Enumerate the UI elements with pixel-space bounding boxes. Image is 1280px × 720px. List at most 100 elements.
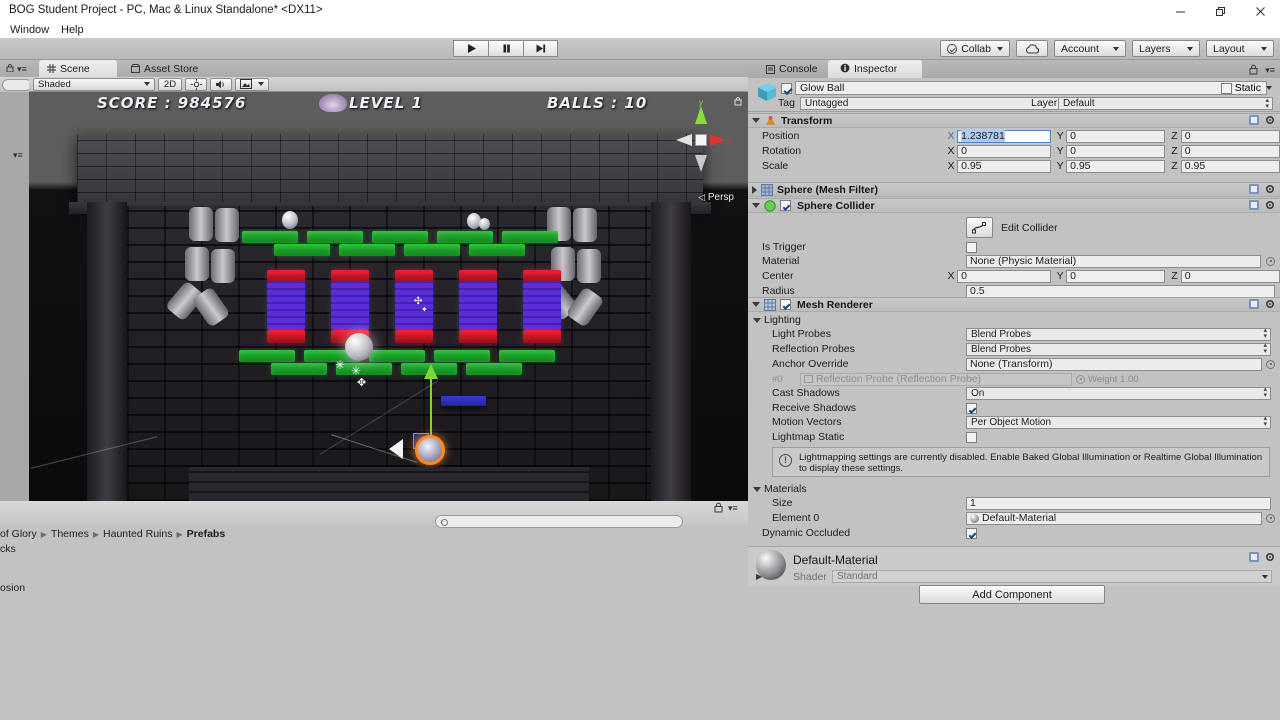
tab-scene[interactable]: Scene — [39, 60, 117, 77]
collider-material-field[interactable]: None (Physic Material) — [966, 254, 1261, 268]
lock-icon[interactable] — [6, 63, 14, 73]
breadcrumb-item-2[interactable]: Haunted Ruins — [103, 528, 172, 540]
breadcrumb-item-3[interactable]: Prefabs — [187, 528, 226, 540]
toggle-2d[interactable]: 2D — [158, 77, 182, 91]
inspector-menu-icon[interactable]: ▾≡ — [1265, 65, 1275, 76]
rotation-z-input[interactable]: 0 — [1180, 144, 1280, 158]
chevron-right-icon[interactable] — [752, 185, 757, 194]
scale-x-input[interactable]: 0.95 — [957, 159, 1051, 173]
scene-fx-toggle[interactable] — [235, 77, 269, 91]
motion-vectors-dropdown[interactable]: Per Object Motion ▴ ▾ — [966, 415, 1271, 429]
layers-button[interactable]: Layers — [1132, 40, 1200, 57]
project-tree-item[interactable]: cks — [0, 543, 16, 555]
position-y-input[interactable]: 0 — [1066, 129, 1166, 143]
layer-dropdown[interactable]: Default ▴ ▾ — [1058, 97, 1273, 110]
gear-icon[interactable] — [1264, 183, 1276, 195]
help-book-icon[interactable] — [1248, 183, 1260, 195]
restore-icon[interactable] — [1200, 0, 1240, 22]
is-trigger-checkbox[interactable] — [966, 241, 977, 253]
project-lock-icon[interactable] — [714, 502, 724, 513]
hierarchy-overflow-icon[interactable]: ▾≡ — [13, 150, 23, 161]
gizmo-arrow-y[interactable] — [424, 364, 438, 379]
object-enabled-checkbox[interactable] — [781, 83, 792, 94]
rotation-x-input[interactable]: 0 — [957, 144, 1051, 158]
component-sphere-collider-header[interactable]: Sphere Collider — [748, 198, 1280, 213]
scale-z-input[interactable]: 0.95 — [1180, 159, 1280, 173]
chevron-down-icon[interactable] — [752, 302, 760, 307]
gear-icon[interactable] — [1264, 114, 1276, 126]
cloud-button[interactable] — [1016, 40, 1048, 57]
shader-dropdown[interactable]: Standard — [832, 570, 1272, 583]
chevron-down-icon[interactable] — [753, 486, 761, 492]
tab-console[interactable]: Console — [754, 60, 830, 78]
help-book-icon[interactable] — [1248, 199, 1260, 211]
tab-asset-store[interactable]: Asset Store — [123, 60, 208, 77]
object-name-input[interactable]: Glow Ball — [795, 81, 1267, 95]
collider-center-y-input[interactable]: 0 — [1066, 269, 1166, 283]
object-picker-icon[interactable] — [1266, 256, 1275, 266]
scene-view-axis-gizmo[interactable]: y x — [670, 100, 732, 186]
help-book-icon[interactable] — [1248, 114, 1260, 126]
project-tree-item[interactable]: osion — [0, 582, 25, 594]
add-component-button[interactable]: Add Component — [919, 585, 1105, 604]
lightmap-static-checkbox[interactable] — [966, 431, 977, 443]
position-x-input[interactable]: 1.238781 — [957, 129, 1051, 143]
dynamic-occluded-checkbox[interactable] — [966, 527, 977, 539]
pause-icon[interactable] — [488, 40, 523, 57]
breadcrumb-item-0[interactable]: of Glory — [0, 528, 37, 540]
tab-inspector[interactable]: Inspector — [828, 60, 922, 78]
reflection-probes-dropdown[interactable]: Blend Probes ▴ ▾ — [966, 342, 1271, 356]
breadcrumb-item-1[interactable]: Themes — [51, 528, 89, 540]
close-icon[interactable] — [1240, 0, 1280, 22]
scene-lock-icon[interactable] — [734, 96, 742, 106]
cast-shadows-dropdown[interactable]: On ▴ ▾ — [966, 386, 1271, 400]
account-button[interactable]: Account — [1054, 40, 1126, 57]
chevron-down-icon[interactable] — [752, 203, 760, 208]
component-transform-header[interactable]: Transform — [748, 113, 1280, 128]
minimize-icon[interactable] — [1160, 0, 1200, 22]
component-mesh-renderer-header[interactable]: Mesh Renderer — [748, 297, 1280, 312]
project-panel-menu-icon[interactable]: ▾≡ — [728, 503, 738, 514]
component-mesh-filter-header[interactable]: Sphere (Mesh Filter) — [748, 182, 1280, 197]
gear-icon[interactable] — [1264, 199, 1276, 211]
menu-item-window[interactable]: Window — [5, 23, 54, 37]
chevron-down-icon[interactable] — [752, 118, 760, 123]
menu-item-help[interactable]: Help — [56, 23, 89, 37]
draw-mode-dropdown[interactable]: Shaded — [33, 77, 155, 91]
light-probes-dropdown[interactable]: Blend Probes ▴ ▾ — [966, 327, 1271, 341]
collider-center-x-input[interactable]: 0 — [957, 269, 1051, 283]
step-icon[interactable] — [523, 40, 558, 57]
sphere-collider-enabled-checkbox[interactable] — [780, 200, 791, 211]
selected-glow-ball[interactable] — [415, 435, 445, 465]
object-picker-icon[interactable] — [1266, 513, 1275, 523]
object-picker-icon[interactable] — [1266, 359, 1275, 369]
scene-audio-toggle[interactable] — [210, 77, 232, 91]
scene-view[interactable]: SCORE : 984576 LEVEL 1 BALLS : 10 ✳ ✳ ✣ … — [29, 92, 748, 501]
collider-center-z-input[interactable]: 0 — [1180, 269, 1280, 283]
gear-icon[interactable] — [1264, 551, 1276, 563]
scene-projection-label[interactable]: ◁ Persp — [698, 192, 734, 203]
help-book-icon[interactable] — [1248, 551, 1260, 563]
help-book-icon[interactable] — [1248, 298, 1260, 310]
anchor-override-field[interactable]: None (Transform) — [966, 357, 1262, 371]
materials-section-header[interactable]: Materials — [748, 482, 1280, 496]
scene-lighting-toggle[interactable] — [185, 77, 207, 91]
play-icon[interactable] — [453, 40, 488, 57]
chevron-down-icon[interactable] — [753, 317, 761, 323]
receive-shadows-checkbox[interactable] — [966, 402, 977, 414]
gear-icon[interactable] — [1264, 298, 1276, 310]
scale-y-input[interactable]: 0.95 — [1066, 159, 1166, 173]
static-checkbox[interactable] — [1220, 82, 1232, 94]
static-toggle[interactable]: Static — [1220, 82, 1272, 94]
collab-button[interactable]: Collab — [940, 40, 1010, 57]
collider-radius-input[interactable]: 0.5 — [966, 284, 1275, 298]
edit-collider-button[interactable] — [966, 217, 993, 238]
position-z-input[interactable]: 0 — [1180, 129, 1280, 143]
layout-button[interactable]: Layout — [1206, 40, 1274, 57]
inspector-lock-icon[interactable] — [1249, 64, 1258, 78]
lighting-section-header[interactable]: Lighting — [748, 313, 1280, 327]
rotation-y-input[interactable]: 0 — [1066, 144, 1166, 158]
materials-size-input[interactable]: 1 — [966, 496, 1271, 510]
hierarchy-search-input[interactable] — [2, 79, 32, 91]
chevron-right-icon[interactable]: ▶ — [756, 572, 762, 581]
